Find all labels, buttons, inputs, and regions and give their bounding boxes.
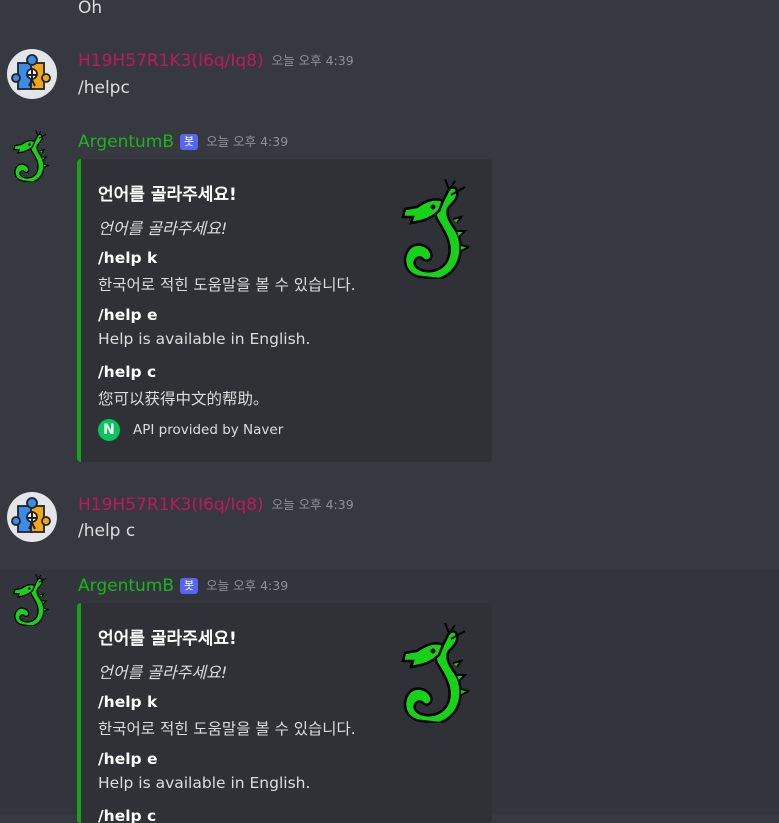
message-text: Oh [78,0,103,18]
author-label[interactable]: ArgentumB [78,132,174,152]
bot-badge: 봇 [180,134,199,150]
field-value: Help is available in English. [98,330,311,348]
author-label[interactable]: ArgentumB [78,576,174,596]
field-value: 한국어로 적힌 도움말을 볼 수 있습니다. [98,276,356,294]
naver-logo-icon: N [98,419,120,441]
author-label[interactable]: H19H57R1K3(I6q/Iq8) [78,495,264,515]
timestamp: 오늘 오후 4:39 [271,497,354,512]
green-dragon-icon[interactable] [10,574,50,626]
embed-footer-text: API provided by Naver [133,422,284,438]
message-group: ArgentumB 봇 오늘 오후 4:39 언어를 골라주세요! 언어를 골라주세… [0,126,779,470]
author-name[interactable]: ArgentumB 봇 오늘 오후 4:39 [78,132,288,152]
puzzle-piece-icon[interactable] [7,49,57,99]
message-group: ArgentumB 봇 오늘 오후 4:39 언어를 골라주세요! 언어를 골라주세… [0,570,779,823]
message-text: /help c [78,521,136,541]
field-name: /help e [98,750,158,768]
timestamp: 오늘 오후 4:39 [271,53,354,68]
embed-title: 언어를 골라주세요! [98,629,237,649]
embed-description: 언어를 골라주세요! [98,219,228,238]
field-name: /help c [98,807,157,823]
embed-footer: N API provided by Naver [98,418,283,442]
author-name[interactable]: H19H57R1K3(I6q/Iq8) 오늘 오후 4:39 [78,495,354,515]
author-name[interactable]: ArgentumB 봇 오늘 오후 4:39 [78,576,288,596]
puzzle-piece-icon[interactable] [7,492,57,542]
green-dragon-icon[interactable] [10,130,50,182]
embed-title: 언어를 골라주세요! [98,185,237,205]
embed-thumbnail-dragon-icon[interactable] [399,179,469,279]
field-name: /help c [98,363,157,381]
field-value: 您可以获得中文的帮助。 [98,390,269,408]
embed-thumbnail-dragon-icon[interactable] [399,623,469,723]
message-group: H19H57R1K3(I6q/Iq8) 오늘 오후 4:39 /help c [0,487,779,549]
embed: 언어를 골라주세요! 언어를 골라주세요! /help k 한국어로 적힌 도움… [77,159,492,462]
partial-message: Oh [0,0,779,22]
author-label[interactable]: H19H57R1K3(I6q/Iq8) [78,51,264,71]
embed: 언어를 골라주세요! 언어를 골라주세요! /help k 한국어로 적힌 도움… [77,603,492,823]
timestamp: 오늘 오후 4:39 [206,134,289,149]
field-name: /help e [98,306,158,324]
embed-description: 언어를 골라주세요! [98,663,228,682]
bot-badge: 봇 [180,578,199,594]
message-group: H19H57R1K3(I6q/Iq8) 오늘 오후 4:39 /helpc [0,44,779,106]
field-value: 한국어로 적힌 도움말을 볼 수 있습니다. [98,720,356,738]
field-name: /help k [98,249,158,267]
timestamp: 오늘 오후 4:39 [206,578,289,593]
message-text: /helpc [78,78,130,98]
partial-avatar-icon [7,0,47,16]
field-name: /help k [98,693,158,711]
field-value: Help is available in English. [98,774,311,792]
author-name[interactable]: H19H57R1K3(I6q/Iq8) 오늘 오후 4:39 [78,51,354,71]
